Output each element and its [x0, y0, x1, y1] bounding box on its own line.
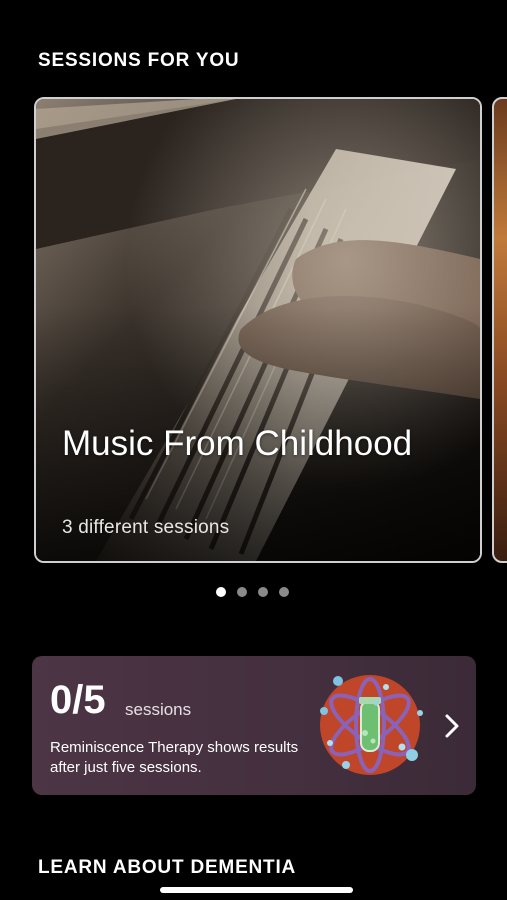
learn-about-dementia-heading: LEARN ABOUT DEMENTIA [38, 857, 297, 878]
session-card-music-from-childhood[interactable]: Music From Childhood 3 different session… [34, 97, 482, 563]
progress-description: Reminiscence Therapy shows results after… [50, 739, 299, 776]
progress-count: 0/5 [50, 678, 106, 722]
pagination-dot[interactable] [279, 587, 289, 597]
pagination-dot[interactable] [237, 587, 247, 597]
progress-unit-label: sessions [125, 700, 192, 719]
piano-hands-image [36, 99, 480, 561]
session-progress-card[interactable]: 0/5 sessions Reminiscence Therapy shows … [32, 656, 476, 795]
home-indicator[interactable] [160, 887, 353, 893]
next-session-card-peek[interactable] [492, 97, 507, 563]
pagination-dot-active[interactable] [216, 587, 226, 597]
atom-test-tube-icon [320, 675, 423, 775]
pagination-dot[interactable] [258, 587, 268, 597]
chevron-right-icon[interactable] [442, 712, 462, 740]
session-card-title: Music From Childhood [62, 424, 413, 463]
sessions-for-you-heading: SESSIONS FOR YOU [38, 50, 240, 71]
session-card-subtitle: 3 different sessions [62, 517, 230, 538]
